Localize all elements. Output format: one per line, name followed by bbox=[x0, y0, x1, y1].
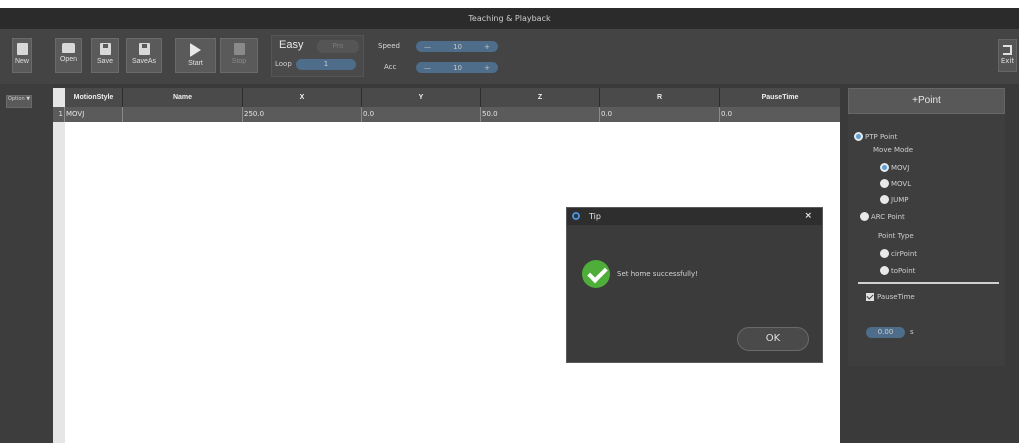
topoint-label: toPoint bbox=[891, 266, 916, 275]
cell-y[interactable]: 0.0 bbox=[362, 107, 481, 122]
arc-point-radio[interactable]: ARC Point bbox=[860, 212, 905, 221]
tip-dialog: Tip × Set home successfully! OK bbox=[566, 207, 823, 363]
exit-label: Exit bbox=[1000, 57, 1015, 65]
speed-label: Speed bbox=[378, 42, 400, 50]
floppy-pen-icon bbox=[138, 43, 150, 55]
speed-decrement-button[interactable]: — bbox=[424, 43, 431, 51]
loop-label: Loop bbox=[275, 60, 292, 68]
app-root: Teaching & Playback New Open Save SaveAs… bbox=[0, 0, 1019, 443]
move-mode-label: Move Mode bbox=[873, 146, 914, 154]
col-header-pausetime[interactable]: PauseTime bbox=[720, 88, 840, 107]
stop-label: Stop bbox=[231, 58, 247, 65]
speed-value: 10 bbox=[453, 42, 463, 51]
radio-unselected-icon bbox=[860, 212, 869, 221]
panel-divider bbox=[858, 282, 999, 284]
movl-radio[interactable]: MOVL bbox=[880, 179, 911, 188]
saveas-button[interactable]: SaveAs bbox=[126, 38, 162, 73]
acc-value: 10 bbox=[453, 63, 463, 72]
floppy-icon bbox=[99, 43, 111, 55]
row-gutter bbox=[53, 88, 65, 443]
play-icon bbox=[190, 43, 201, 57]
table-row[interactable]: 1 MOVJ 250.0 0.0 50.0 0.0 0.0 bbox=[53, 107, 840, 122]
col-header-r[interactable]: R bbox=[600, 88, 720, 107]
ok-button[interactable]: OK bbox=[737, 327, 809, 351]
success-check-icon bbox=[582, 260, 610, 288]
dialog-message: Set home successfully! bbox=[617, 270, 698, 278]
movj-radio[interactable]: MOVJ bbox=[880, 163, 909, 172]
close-icon[interactable]: × bbox=[804, 208, 812, 225]
mode-loop-group: Easy Pro Loop 1 bbox=[271, 35, 364, 77]
acc-decrement-button[interactable]: — bbox=[424, 64, 431, 72]
app-logo-icon bbox=[572, 212, 580, 220]
pausetime-input[interactable]: 0.00 bbox=[866, 327, 905, 338]
save-button[interactable]: Save bbox=[91, 38, 119, 73]
col-header-z[interactable]: Z bbox=[481, 88, 600, 107]
radio-unselected-icon bbox=[880, 195, 889, 204]
folder-icon bbox=[62, 43, 75, 53]
exit-button[interactable]: Exit bbox=[998, 39, 1017, 72]
dialog-title: Tip bbox=[589, 212, 601, 221]
exit-icon bbox=[1003, 45, 1012, 55]
new-file-icon bbox=[16, 43, 28, 55]
radio-unselected-icon bbox=[880, 266, 889, 275]
acc-stepper[interactable]: — 10 + bbox=[416, 62, 498, 73]
cell-pausetime[interactable]: 0.0 bbox=[720, 107, 840, 122]
cell-motionstyle[interactable]: MOVJ bbox=[65, 107, 123, 122]
cell-name[interactable] bbox=[123, 107, 243, 122]
jump-label: JUMP bbox=[891, 195, 909, 204]
open-button[interactable]: Open bbox=[55, 38, 82, 73]
col-header-x[interactable]: X bbox=[243, 88, 362, 107]
pausetime-unit: s bbox=[910, 328, 914, 336]
mode-pro-toggle[interactable]: Pro bbox=[317, 40, 359, 53]
pausetime-check-label: PauseTime bbox=[877, 293, 915, 301]
start-label: Start bbox=[188, 60, 203, 67]
cirpoint-radio[interactable]: cirPoint bbox=[880, 249, 917, 258]
ptp-point-radio[interactable]: PTP Point bbox=[854, 132, 897, 141]
col-header-name[interactable]: Name bbox=[123, 88, 243, 107]
ptp-point-label: PTP Point bbox=[865, 132, 898, 141]
cell-x[interactable]: 250.0 bbox=[243, 107, 362, 122]
dialog-titlebar: Tip × bbox=[567, 208, 822, 225]
table-header: MotionStyle Name X Y Z R PauseTime bbox=[65, 88, 840, 107]
open-label: Open bbox=[59, 56, 78, 63]
radio-selected-icon bbox=[880, 163, 889, 172]
add-point-button[interactable]: +Point bbox=[848, 88, 1005, 114]
col-header-y[interactable]: Y bbox=[362, 88, 481, 107]
point-settings-panel: +Point PTP Point Move Mode MOVJ MOVL JUM… bbox=[848, 88, 1005, 366]
stop-button[interactable]: Stop bbox=[220, 38, 258, 73]
save-label: Save bbox=[97, 58, 113, 65]
radio-unselected-icon bbox=[880, 179, 889, 188]
point-type-label: Point Type bbox=[878, 232, 914, 240]
new-button[interactable]: New bbox=[12, 38, 32, 73]
movj-label: MOVJ bbox=[891, 163, 910, 172]
cirpoint-label: cirPoint bbox=[891, 249, 918, 258]
speed-stepper[interactable]: — 10 + bbox=[416, 41, 498, 52]
jump-radio[interactable]: JUMP bbox=[880, 195, 908, 204]
acc-increment-button[interactable]: + bbox=[484, 64, 490, 72]
cell-r[interactable]: 0.0 bbox=[600, 107, 720, 122]
stop-icon bbox=[233, 43, 245, 55]
row-index: 1 bbox=[53, 107, 65, 122]
radio-unselected-icon bbox=[880, 249, 889, 258]
new-label: New bbox=[14, 58, 29, 65]
cell-z[interactable]: 50.0 bbox=[481, 107, 600, 122]
col-header-motionstyle[interactable]: MotionStyle bbox=[65, 88, 123, 107]
saveas-label: SaveAs bbox=[131, 58, 157, 65]
topoint-radio[interactable]: toPoint bbox=[880, 266, 915, 275]
radio-selected-icon bbox=[854, 132, 863, 141]
speed-increment-button[interactable]: + bbox=[484, 43, 490, 51]
option-dropdown[interactable]: Option ▼ bbox=[6, 95, 32, 108]
left-panel: Option ▼ bbox=[0, 84, 53, 443]
arc-point-label: ARC Point bbox=[871, 212, 905, 221]
movl-label: MOVL bbox=[891, 179, 912, 188]
toolbar: New Open Save SaveAs Start Stop Easy Pro… bbox=[0, 29, 1019, 84]
mode-easy-toggle[interactable]: Easy bbox=[279, 39, 303, 51]
acc-label: Acc bbox=[384, 63, 397, 71]
start-button[interactable]: Start bbox=[175, 38, 216, 73]
window-title: Teaching & Playback bbox=[0, 8, 1019, 29]
loop-input[interactable]: 1 bbox=[296, 59, 356, 70]
pausetime-checkbox[interactable]: PauseTime bbox=[866, 293, 915, 301]
checkbox-checked-icon bbox=[866, 293, 874, 301]
